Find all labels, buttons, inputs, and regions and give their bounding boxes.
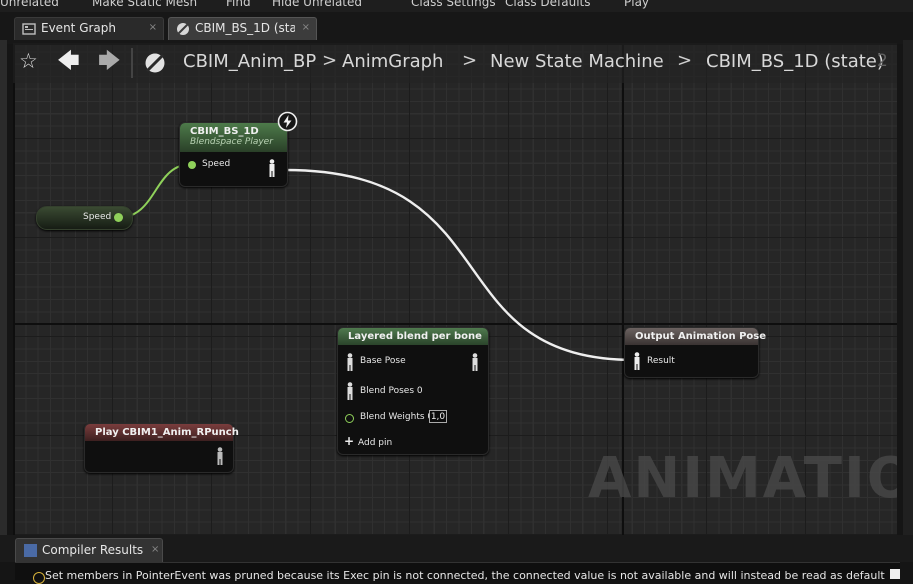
- layered-blend-node[interactable]: Layered blend per bone Base Pose Blend P…: [337, 327, 489, 455]
- pin-label: Speed: [202, 159, 231, 169]
- node-title: Play CBIM1_Anim_RPunch: [95, 427, 239, 438]
- node-subtitle: Blendspace Player: [190, 137, 273, 147]
- top-toolbar: Unrelated Make Static Mesh Find Hide Unr…: [0, 0, 913, 12]
- compiler-message[interactable]: Set members in PointerEvent was pruned b…: [45, 569, 885, 582]
- node-header: Layered blend per bone: [338, 328, 488, 345]
- pose-pin-icon[interactable]: [346, 382, 354, 400]
- state-icon: [145, 53, 165, 73]
- add-pin-button[interactable]: Add pin: [358, 438, 392, 448]
- state-icon: [177, 23, 189, 35]
- toolbar-item-class-settings[interactable]: Class Settings: [411, 0, 496, 9]
- tab-label: CBIM_BS_1D (state: [195, 21, 295, 35]
- pose-pin-icon[interactable]: [346, 353, 354, 371]
- crumb-state-machine[interactable]: New State Machine: [490, 51, 664, 72]
- close-icon[interactable]: ×: [149, 22, 157, 33]
- crumb-anim-bp[interactable]: CBIM_Anim_BP: [183, 51, 316, 72]
- output-animation-pose-node[interactable]: Output Animation Pose Result: [624, 327, 767, 378]
- pin-label-base-pose: Base Pose: [360, 356, 406, 366]
- close-icon[interactable]: ×: [151, 544, 159, 555]
- toolbar-item-hide-unrelated[interactable]: Hide Unrelated: [272, 0, 362, 9]
- zoom-label: 2: [877, 51, 888, 71]
- float-pin-icon[interactable]: [114, 213, 123, 222]
- forward-arrow-icon[interactable]: 🡆: [98, 51, 121, 73]
- toolbar-item-play[interactable]: Play: [624, 0, 649, 9]
- pose-output-pin-icon[interactable]: [471, 353, 479, 371]
- node-header: CBIM_BS_1D Blendspace Player: [180, 123, 287, 152]
- node-title: Layered blend per bone: [348, 331, 482, 342]
- plus-icon[interactable]: +: [344, 435, 354, 447]
- pin-label-blend-poses: Blend Poses 0: [360, 386, 423, 396]
- node-header: Play CBIM1_Anim_RPunch: [85, 424, 239, 441]
- float-pin-icon[interactable]: [345, 414, 354, 423]
- tab-cbim-bs-1d-state[interactable]: CBIM_BS_1D (state ×: [168, 17, 317, 40]
- graph-canvas[interactable]: ☆ 🡄 🡆 CBIM_Anim_BP > AnimGraph > New Sta…: [13, 43, 897, 535]
- pin-label-result: Result: [647, 356, 675, 366]
- graph-watermark: ANIMATION: [588, 446, 897, 511]
- pin-label: Speed: [83, 212, 112, 222]
- event-graph-icon: [22, 23, 36, 35]
- left-panel-edge: [0, 40, 7, 560]
- toolbar-item-class-defaults[interactable]: Class Defaults: [505, 0, 590, 9]
- speed-variable-node[interactable]: Speed: [36, 206, 133, 230]
- tab-compiler-results[interactable]: Compiler Results ×: [15, 538, 163, 562]
- breadcrumb-divider: [131, 48, 133, 78]
- tab-event-graph[interactable]: Event Graph ×: [14, 17, 164, 40]
- favorite-star-icon[interactable]: ☆: [19, 51, 38, 72]
- pose-pin-icon[interactable]: [268, 159, 276, 177]
- panel-checkbox[interactable]: [890, 569, 900, 579]
- breadcrumb: ☆ 🡄 🡆 CBIM_Anim_BP > AnimGraph > New Sta…: [13, 43, 897, 83]
- tab-label: Event Graph: [41, 21, 116, 35]
- back-arrow-icon[interactable]: 🡄: [57, 51, 80, 73]
- play-sequence-node[interactable]: Play CBIM1_Anim_RPunch: [84, 423, 239, 473]
- tab-label: Compiler Results: [42, 543, 144, 557]
- toolbar-item-make-static-mesh[interactable]: Make Static Mesh: [92, 0, 197, 9]
- pose-output-pin-icon[interactable]: [216, 447, 224, 465]
- blend-weight-input[interactable]: 1,0: [429, 410, 447, 423]
- crumb-animgraph[interactable]: AnimGraph: [342, 51, 443, 72]
- right-panel-edge: [903, 40, 913, 560]
- pin-label-blend-weights: Blend Weights 0: [360, 412, 434, 422]
- node-title: Output Animation Pose: [635, 331, 767, 342]
- close-icon[interactable]: ×: [302, 22, 310, 33]
- blendspace-player-node[interactable]: CBIM_BS_1D Blendspace Player Speed: [179, 122, 288, 187]
- chevron-right-icon: >: [322, 50, 338, 71]
- chevron-right-icon: >: [462, 50, 478, 71]
- lightning-bolt-icon: [277, 111, 298, 132]
- crumb-current-state[interactable]: CBIM_BS_1D (state): [706, 51, 884, 72]
- toolbar-item-unrelated[interactable]: Unrelated: [0, 0, 59, 9]
- float-pin-icon[interactable]: [188, 161, 196, 169]
- compiler-results-icon: [24, 544, 37, 557]
- chevron-right-icon: >: [677, 50, 693, 71]
- node-title: CBIM_BS_1D: [190, 126, 259, 137]
- pose-pin-icon[interactable]: [633, 352, 641, 370]
- compiler-results-panel: Set members in PointerEvent was pruned b…: [15, 562, 900, 584]
- toolbar-item-find[interactable]: Find: [226, 0, 251, 9]
- info-icon: [33, 572, 45, 584]
- node-header: Output Animation Pose: [625, 328, 767, 345]
